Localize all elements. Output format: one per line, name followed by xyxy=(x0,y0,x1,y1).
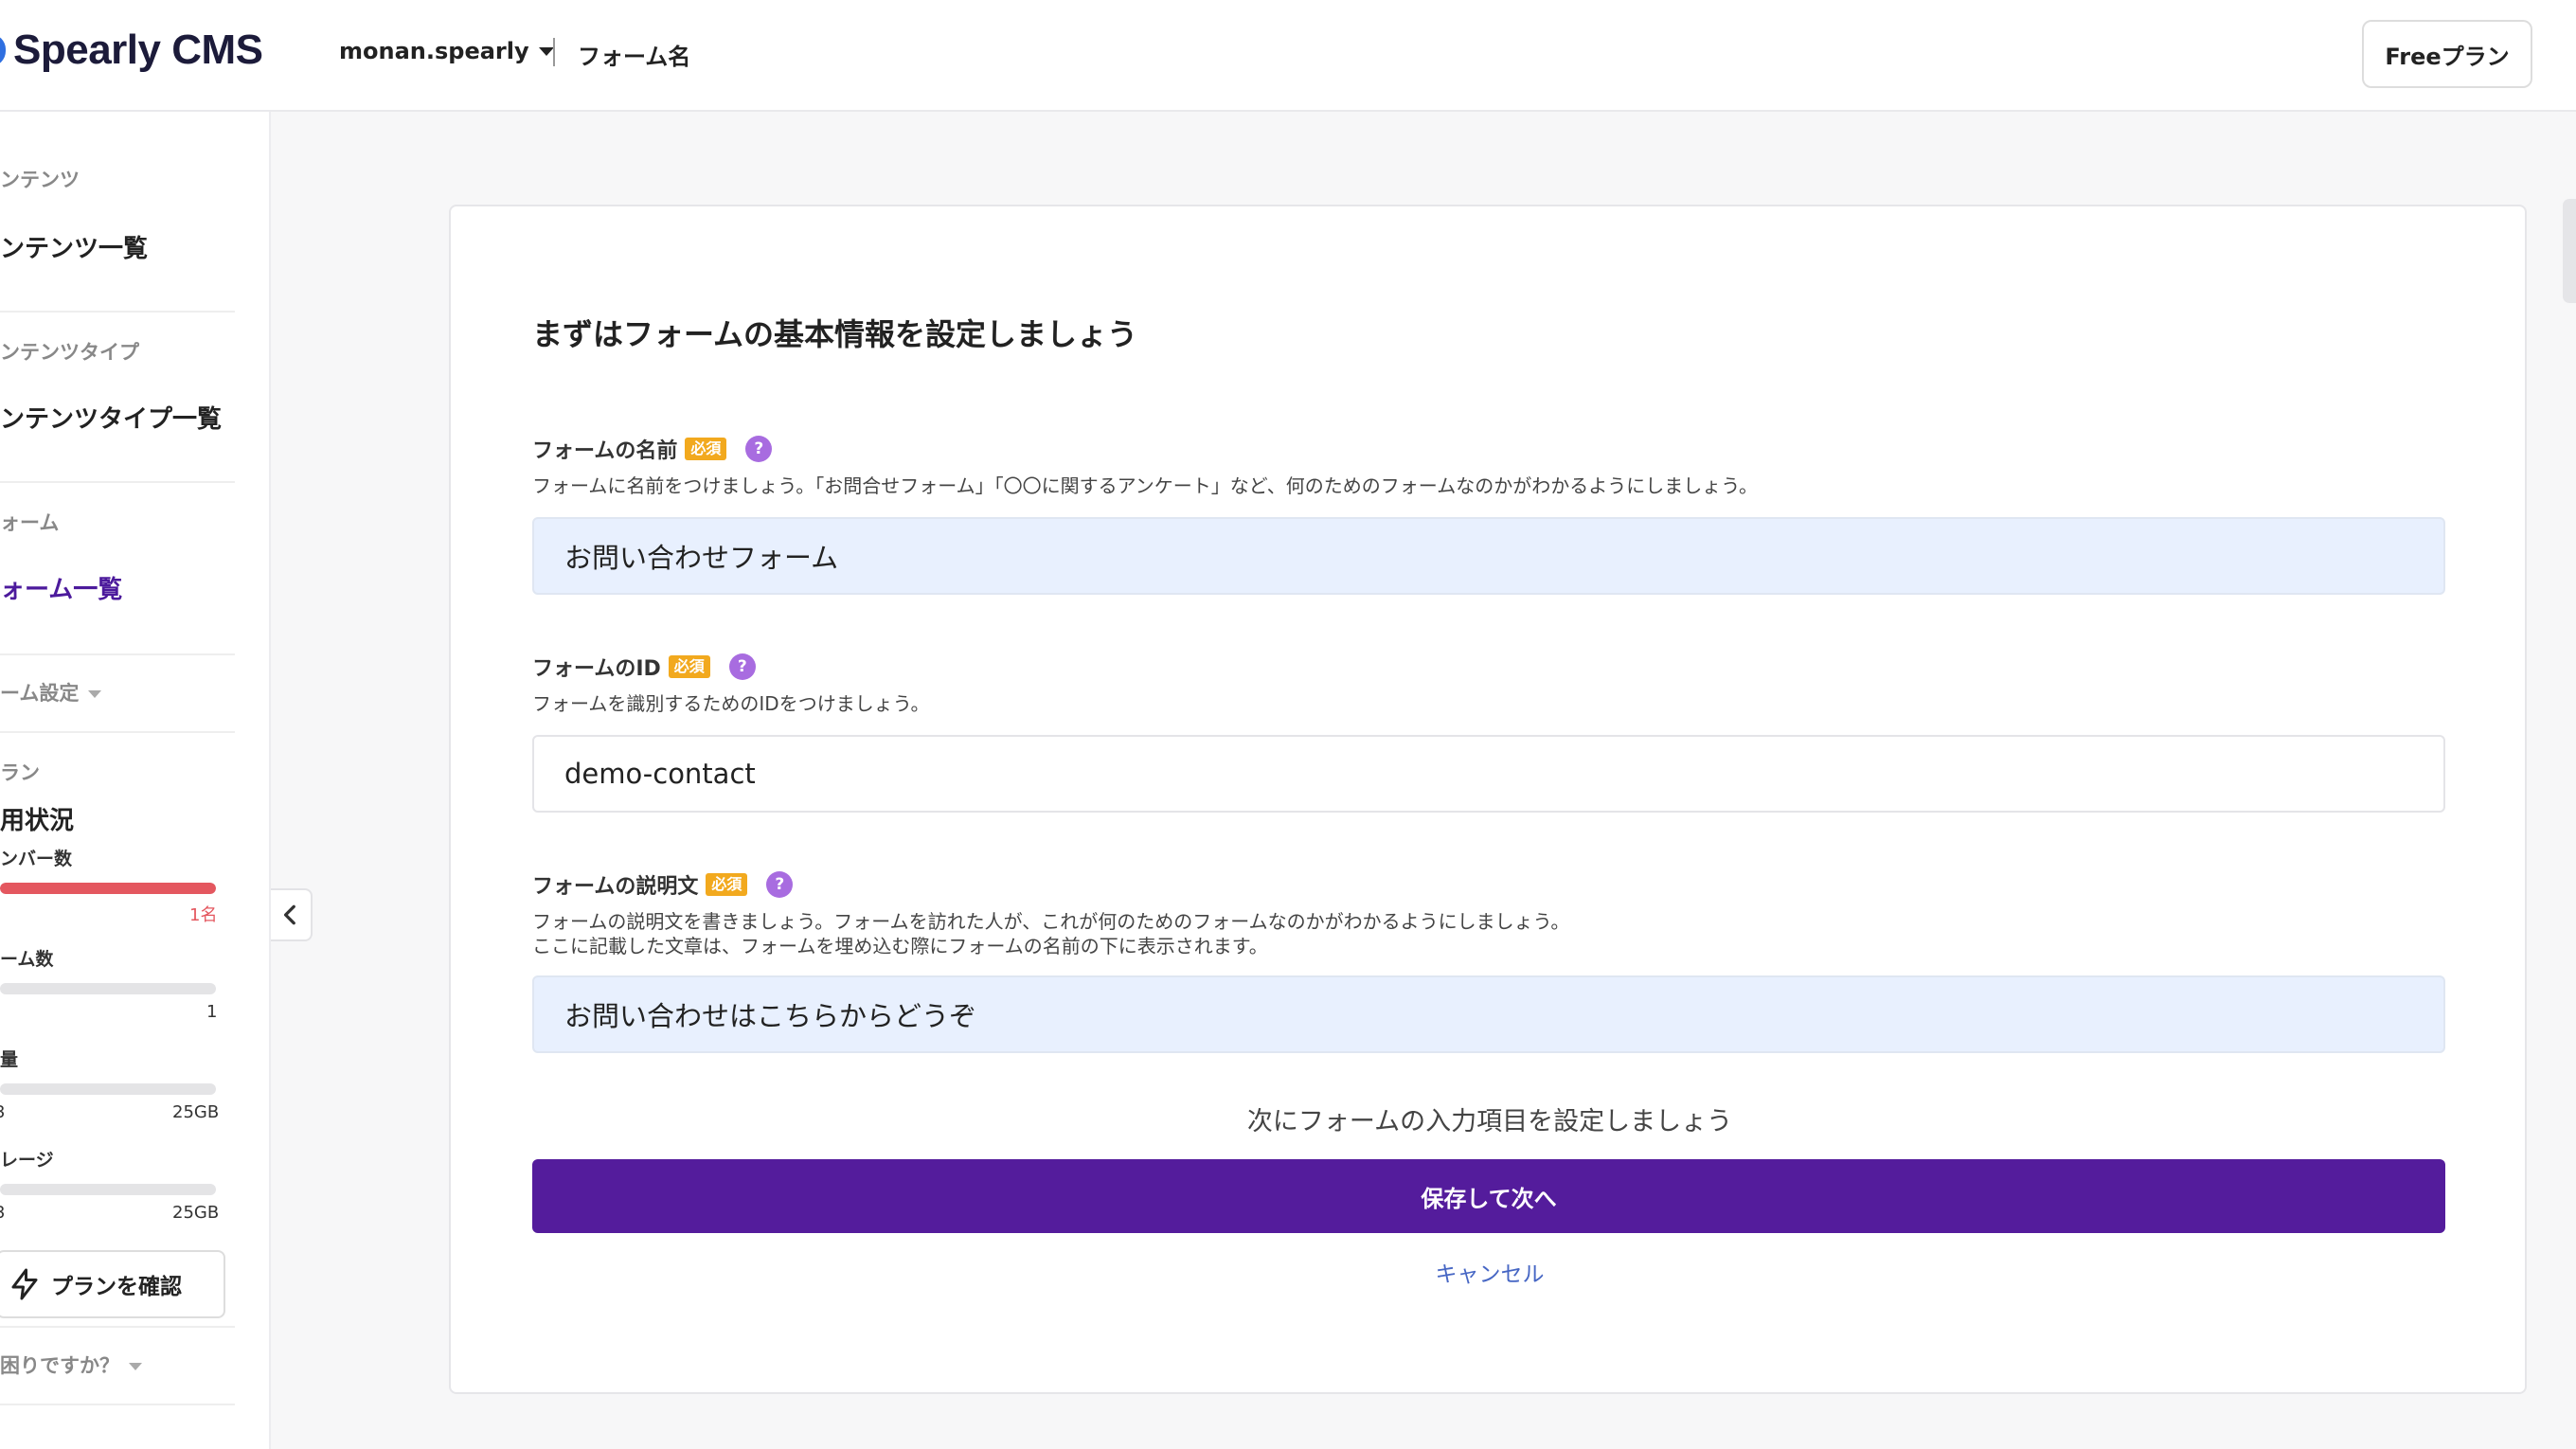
form-description-help-2: ここに記載した文章は、フォームを埋め込む際にフォームの名前の下に表示されます。 xyxy=(532,935,1268,957)
required-badge: 必須 xyxy=(668,655,710,678)
form-setup-card: まずはフォームの基本情報を設定しましょう フォームの名前 必須 ? フォームに名… xyxy=(449,205,2527,1394)
forms-label: ーム数 xyxy=(0,949,54,970)
chevron-down-icon xyxy=(129,1363,142,1370)
capacity-value: 25GB xyxy=(172,1102,220,1122)
members-usage-bar xyxy=(0,883,216,894)
capacity-used: 3 xyxy=(0,1102,5,1122)
help-menu-label: 困りですか？ xyxy=(0,1354,119,1377)
page-title: まずはフォームの基本情報を設定しましょう xyxy=(532,316,1138,352)
chevron-down-icon xyxy=(538,46,554,56)
required-badge: 必須 xyxy=(706,873,748,896)
form-name-label: フォームの名前 必須 ? xyxy=(532,434,773,464)
divider xyxy=(0,731,235,733)
chevron-left-icon xyxy=(283,904,295,925)
chevron-down-icon xyxy=(88,690,102,698)
lightning-icon xyxy=(11,1268,38,1300)
top-header: Spearly CMS monan.spearly フォーム名 Freeプラン xyxy=(0,0,2576,112)
account-switcher[interactable]: monan.spearly xyxy=(339,38,554,64)
account-name: monan.spearly xyxy=(339,38,529,64)
usage-title: 用状況 xyxy=(0,807,75,835)
sidebar-item-content-type-list[interactable]: ンテンツタイプ一覧 xyxy=(0,400,222,435)
save-and-next-button[interactable]: 保存して次へ xyxy=(532,1159,2445,1233)
capacity-usage-bar xyxy=(0,1083,216,1095)
form-id-label: フォームのID 必須 ? xyxy=(532,652,756,682)
breadcrumb-separator xyxy=(553,38,555,66)
storage-value: 25GB xyxy=(172,1203,220,1223)
forms-usage-bar xyxy=(0,983,216,994)
storage-used: 3 xyxy=(0,1203,5,1223)
sidebar: ンテンツ ンテンツ一覧 ンテンツタイプ ンテンツタイプ一覧 ォーム ォーム一覧 … xyxy=(0,112,271,1449)
divider xyxy=(0,481,235,483)
forms-value: 1 xyxy=(206,1002,218,1022)
required-badge: 必須 xyxy=(685,438,727,460)
help-menu[interactable]: 困りですか？ xyxy=(0,1351,142,1379)
help-icon[interactable]: ? xyxy=(728,653,756,680)
members-label: ンバー数 xyxy=(0,849,73,869)
sidebar-section-content: ンテンツ xyxy=(0,169,80,191)
logo-icon xyxy=(0,34,6,66)
divider xyxy=(0,653,235,655)
breadcrumb: フォーム名 xyxy=(578,44,691,70)
sidebar-item-form-settings[interactable]: ーム設定 xyxy=(0,678,102,707)
sidebar-section-content-type: ンテンツタイプ xyxy=(0,341,139,364)
help-icon[interactable]: ? xyxy=(766,871,794,898)
sidebar-section-form: ォーム xyxy=(0,511,60,534)
form-name-label-text: フォームの名前 xyxy=(532,439,678,463)
form-description-label-text: フォームの説明文 xyxy=(532,875,699,899)
members-value: 1名 xyxy=(189,905,218,925)
sidebar-collapse-button[interactable] xyxy=(271,888,313,941)
form-id-label-text: フォームのID xyxy=(532,657,661,681)
logo-text: Spearly CMS xyxy=(13,27,263,73)
form-id-description: フォームを識別するためのIDをつけましょう。 xyxy=(532,692,930,715)
check-plan-button[interactable]: プランを確認 xyxy=(0,1250,225,1318)
form-description-label: フォームの説明文 必須 ? xyxy=(532,869,794,900)
sidebar-item-form-list[interactable]: ォーム一覧 xyxy=(0,570,122,605)
next-step-hint: 次にフォームの入力項目を設定しましょう xyxy=(1246,1107,1733,1136)
divider xyxy=(0,311,235,313)
storage-usage-bar xyxy=(0,1184,216,1195)
cancel-link[interactable]: キャンセル xyxy=(451,1256,2529,1288)
help-icon[interactable]: ? xyxy=(745,436,773,462)
form-name-input[interactable]: お問い合わせフォーム xyxy=(532,517,2445,595)
sidebar-section-plan: ラン xyxy=(0,761,40,784)
members-usage-fill xyxy=(0,883,216,894)
capacity-label: 量 xyxy=(0,1049,19,1070)
form-description-help-1: フォームの説明文を書きましょう。フォームを訪れた人が、これが何のためのフォームな… xyxy=(532,910,1570,933)
divider xyxy=(0,1404,235,1405)
storage-label: レージ xyxy=(0,1150,54,1171)
check-plan-label: プランを確認 xyxy=(51,1275,182,1299)
form-description-input[interactable]: お問い合わせはこちらからどうぞ xyxy=(532,975,2445,1053)
sidebar-item-content-list[interactable]: ンテンツ一覧 xyxy=(0,229,148,264)
plan-button[interactable]: Freeプラン xyxy=(2362,20,2532,88)
form-id-input[interactable]: demo-contact xyxy=(532,735,2445,813)
form-name-description: フォームに名前をつけましょう。「お問合せフォーム」「〇〇に関するアンケート」など… xyxy=(532,474,1758,497)
logo[interactable]: Spearly CMS xyxy=(0,27,263,74)
scrollbar[interactable] xyxy=(2563,199,2576,303)
divider xyxy=(0,1326,235,1328)
form-settings-label: ーム設定 xyxy=(0,682,80,705)
